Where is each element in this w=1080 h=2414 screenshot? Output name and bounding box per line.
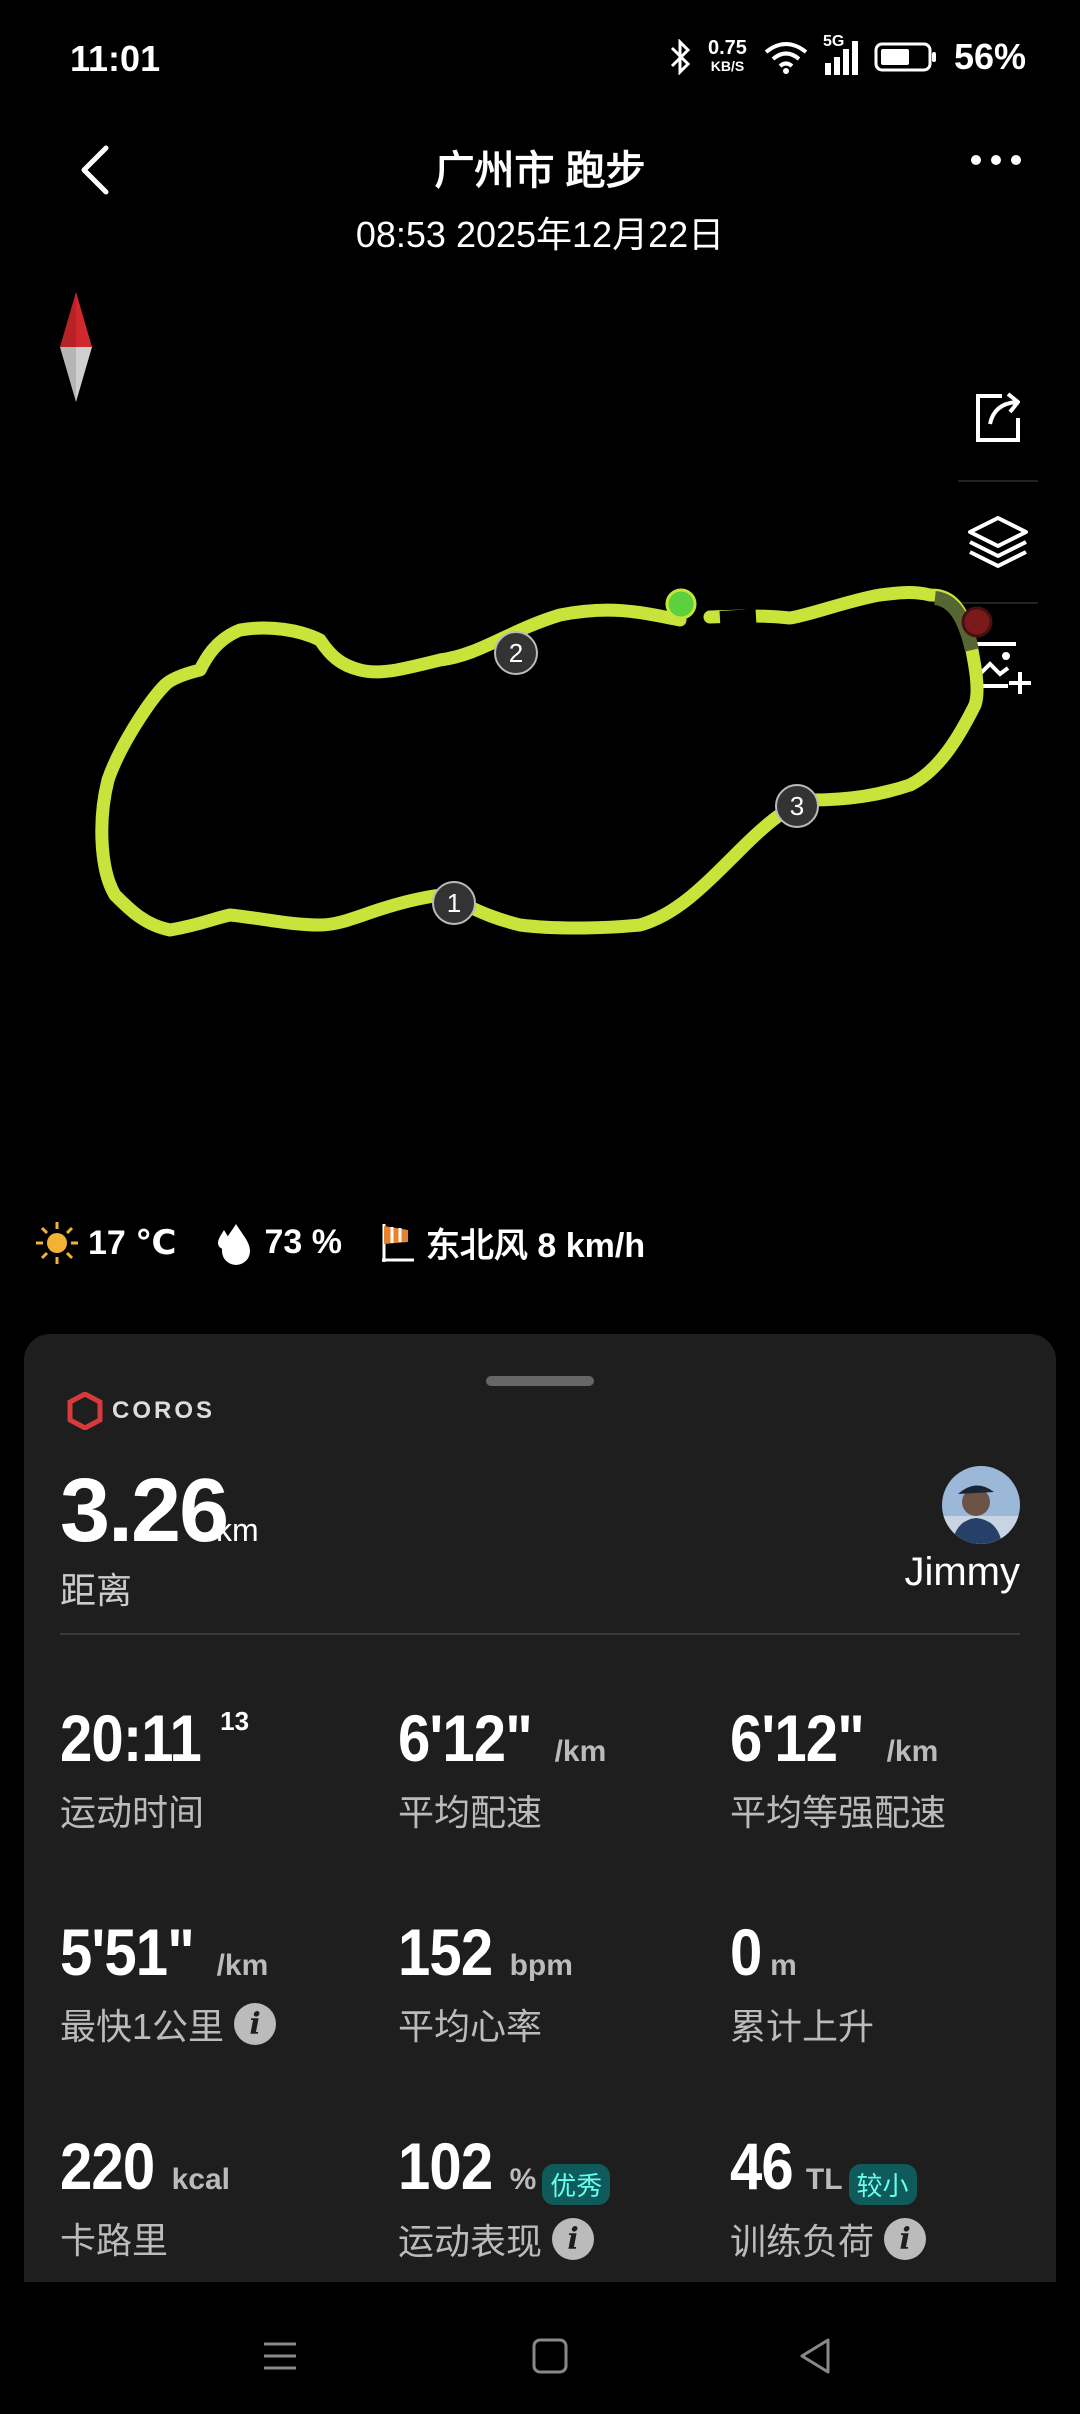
- more-options-icon[interactable]: [968, 152, 1024, 168]
- battery-icon: [874, 42, 936, 72]
- stat-fastest-km: 5'51" /km 最快1公里 i: [60, 1914, 390, 2050]
- bluetooth-icon: [670, 39, 691, 75]
- drag-handle[interactable]: [486, 1376, 594, 1386]
- end-marker: [961, 606, 993, 638]
- stat-avg-adjusted-pace: 6'12" /km 平均等强配速: [730, 1701, 947, 1833]
- weather-row: 17 ℃ 73 % 东北风 8 km/h: [34, 1218, 681, 1267]
- control-divider: [958, 480, 1038, 482]
- km-marker-2: 2: [494, 631, 538, 675]
- windsock-icon: [381, 1223, 414, 1262]
- wifi-icon: [764, 42, 808, 74]
- status-badge: 优秀: [542, 2164, 611, 2206]
- avatar[interactable]: [942, 1466, 1020, 1544]
- stat-avg-pace: 6'12" /km 平均配速: [398, 1701, 607, 1833]
- stat-avg-heart-rate: 152 bpm 平均心率: [398, 1915, 573, 2047]
- user-name: Jimmy: [904, 1550, 1020, 1594]
- distance-value: 3.26: [60, 1461, 229, 1561]
- brand-logo: COROS: [66, 1392, 215, 1430]
- stat-training-load: 46 TL 较小 训练负荷 i: [730, 2128, 1060, 2265]
- info-icon[interactable]: i: [884, 2218, 927, 2261]
- svg-text:2: 2: [509, 638, 523, 668]
- distance-label: 距离: [60, 1570, 133, 1611]
- back-nav-icon[interactable]: [786, 2326, 846, 2386]
- status-icons: 0.75 KB/S 5G 56%: [668, 33, 1026, 78]
- route-path: [95, 586, 984, 937]
- stat-duration: 20:11 13 运动时间: [60, 1701, 250, 1833]
- svg-text:1: 1: [447, 888, 461, 918]
- compass-icon[interactable]: [56, 292, 96, 402]
- info-icon[interactable]: i: [552, 2218, 595, 2261]
- info-icon[interactable]: i: [234, 2003, 277, 2045]
- stat-performance: 102 % 优秀 运动表现 i: [398, 2128, 728, 2265]
- route-map[interactable]: 1 2 3: [0, 540, 1080, 970]
- signal-icon: 5G: [823, 33, 858, 75]
- coros-logo-icon: [67, 1392, 103, 1430]
- activity-datetime: 08:53 2025年12月22日: [355, 214, 725, 255]
- distance-unit: km: [216, 1512, 259, 1548]
- km-marker-1: 1: [432, 881, 476, 925]
- net-speed: 0.75 KB/S: [708, 37, 747, 74]
- svg-text:3: 3: [790, 791, 804, 821]
- status-time: 11:01: [70, 38, 161, 79]
- status-badge: 较小: [848, 2164, 917, 2206]
- sun-icon: [36, 1221, 78, 1264]
- start-marker: [665, 588, 697, 620]
- water-drop-icon: [218, 1223, 251, 1265]
- system-nav-bar: [0, 2282, 1080, 2414]
- divider: [60, 1633, 1020, 1635]
- recent-apps-icon[interactable]: [250, 2326, 310, 2386]
- stat-calories: 220 kcal 卡路里: [60, 2129, 230, 2261]
- battery-percent: 56%: [953, 36, 1026, 77]
- page-title: 广州市 跑步: [434, 149, 646, 193]
- share-icon[interactable]: [958, 378, 1038, 458]
- humidity: 73 %: [212, 1220, 342, 1266]
- home-icon[interactable]: [520, 2326, 580, 2386]
- wind: 东北风 8 km/h: [378, 1218, 645, 1267]
- stat-elevation-gain: 0 m 累计上升: [730, 1915, 875, 2047]
- temperature: 17 ℃: [34, 1220, 176, 1266]
- km-marker-3: 3: [775, 784, 819, 828]
